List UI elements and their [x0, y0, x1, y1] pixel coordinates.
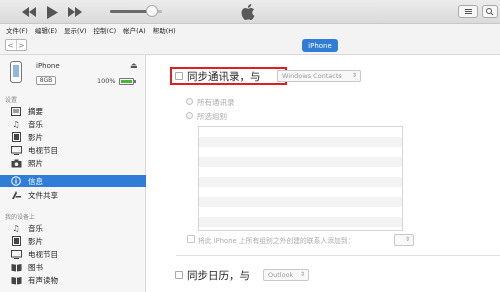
add-contacts-checkbox[interactable] — [187, 235, 195, 243]
section-divider — [176, 255, 500, 256]
menu-file[interactable]: 文件(F) — [6, 25, 28, 35]
sidebar-item-device-movies[interactable]: 影片 — [0, 235, 146, 247]
sync-calendars-checkbox[interactable] — [175, 271, 183, 279]
iphone-icon — [10, 61, 22, 83]
audiobook-icon — [10, 275, 22, 285]
film-icon — [10, 236, 22, 246]
on-device-section-title: 我的设备上 — [5, 214, 36, 221]
sidebar-item-device-music[interactable]: ♫ 音乐 — [0, 222, 146, 234]
contacts-source-value: Windows Contacts — [282, 72, 342, 80]
sync-contacts-checkbox[interactable] — [175, 72, 183, 80]
tv-icon — [10, 145, 22, 155]
selected-groups-radio[interactable] — [186, 112, 193, 119]
settings-section-title: 设置 — [5, 97, 18, 104]
calendar-source-value: Outlook — [268, 271, 294, 279]
book-icon — [10, 262, 22, 272]
music-icon: ♫ — [12, 119, 20, 129]
select-arrows-icon: ⇕ — [299, 271, 305, 278]
camera-icon — [10, 158, 22, 168]
back-button[interactable]: < — [6, 40, 16, 50]
sidebar-item-file-sharing[interactable]: 文件共享 — [0, 189, 146, 201]
menu-controls[interactable]: 控制(C) — [94, 25, 117, 35]
all-contacts-label: 所有通讯录 — [197, 98, 235, 107]
sidebar-item-label: 摘要 — [28, 106, 43, 116]
player-toolbar — [0, 0, 500, 24]
info-icon — [10, 176, 22, 186]
all-contacts-radio[interactable] — [186, 98, 193, 105]
battery-icon — [119, 78, 136, 85]
menu-help[interactable]: 帮助(H) — [153, 25, 176, 35]
sync-contacts-label: 同步通讯录，与 — [187, 71, 261, 83]
sidebar-item-label: 有声读物 — [28, 275, 58, 285]
select-arrows-icon: ⇕ — [404, 236, 410, 243]
device-button[interactable]: iPhone — [302, 39, 338, 52]
selected-groups-label: 所选组别 — [197, 112, 227, 121]
sidebar-item-device-books[interactable]: 图书 — [0, 261, 146, 273]
volume-knob[interactable] — [145, 5, 158, 17]
sidebar-item-label: 音乐 — [28, 223, 43, 233]
menu-bar: 文件(F) 编辑(E) 显示(V) 控制(C) 帐户(A) 帮助(H) — [0, 24, 500, 36]
calendar-source-select[interactable]: Outlook ⇕ — [263, 269, 309, 281]
summary-icon — [10, 106, 22, 116]
play-icon[interactable] — [44, 4, 60, 20]
add-to-group-select[interactable]: ⇕ — [394, 234, 414, 246]
fast-forward-icon[interactable] — [66, 4, 84, 20]
menu-account[interactable]: 帐户(A) — [123, 25, 146, 35]
rewind-icon[interactable] — [20, 4, 38, 20]
sidebar-item-summary[interactable]: 摘要 — [0, 105, 146, 117]
sidebar-item-music[interactable]: ♫ 音乐 — [0, 118, 146, 130]
film-icon — [10, 132, 22, 142]
music-icon: ♫ — [12, 223, 20, 233]
sidebar-item-label: 信息 — [28, 176, 43, 186]
sidebar-item-device-audiobooks[interactable]: 有声读物 — [0, 274, 146, 286]
apple-logo-icon — [240, 3, 258, 21]
sidebar-item-label: 图书 — [28, 262, 43, 272]
sidebar-item-label: 音乐 — [28, 119, 43, 129]
sidebar-item-label: 影片 — [28, 236, 43, 246]
capacity-badge: 8GB — [36, 76, 56, 85]
sidebar-item-label: 文件共享 — [28, 190, 58, 200]
groups-list[interactable] — [198, 126, 403, 231]
back-forward-group: < > — [5, 39, 27, 51]
battery-percent: 100% — [97, 77, 116, 85]
sync-calendars-label: 同步日历，与 — [187, 270, 250, 282]
add-contacts-label: 将此 iPhone 上所有组别之外创建的联系人添加到： — [198, 237, 355, 245]
sidebar-item-label: 电视节目 — [28, 249, 58, 259]
select-arrows-icon: ⇕ — [351, 72, 357, 79]
search-icon[interactable] — [482, 5, 498, 18]
menu-edit[interactable]: 编辑(E) — [35, 25, 57, 35]
tv-icon — [10, 249, 22, 259]
info-panel: 同步通讯录，与 Windows Contacts ⇕ 所有通讯录 所选组别 将此… — [146, 55, 500, 292]
apps-icon — [10, 190, 22, 200]
sidebar-item-movies[interactable]: 影片 — [0, 131, 146, 143]
sidebar-item-label: 电视节目 — [28, 145, 58, 155]
navigation-bar: < > iPhone — [0, 36, 500, 55]
sidebar-item-label: 影片 — [28, 132, 43, 142]
sidebar-item-photos[interactable]: 照片 — [0, 157, 146, 169]
sidebar-item-info[interactable]: 信息 — [0, 175, 146, 187]
device-name: iPhone — [36, 62, 60, 70]
eject-icon[interactable]: ⏏ — [130, 61, 138, 70]
sidebar: iPhone ⏏ 8GB 100% 设置 摘要 ♫ 音乐 影片 电视节目 照片 信… — [0, 55, 146, 292]
menu-view[interactable]: 显示(V) — [64, 25, 87, 35]
sidebar-item-tv[interactable]: 电视节目 — [0, 144, 146, 156]
list-view-button[interactable] — [458, 5, 478, 18]
sidebar-item-device-tv[interactable]: 电视节目 — [0, 248, 146, 260]
forward-button[interactable]: > — [15, 40, 27, 50]
contacts-source-select[interactable]: Windows Contacts ⇕ — [277, 70, 361, 82]
sidebar-item-label: 照片 — [28, 158, 43, 168]
